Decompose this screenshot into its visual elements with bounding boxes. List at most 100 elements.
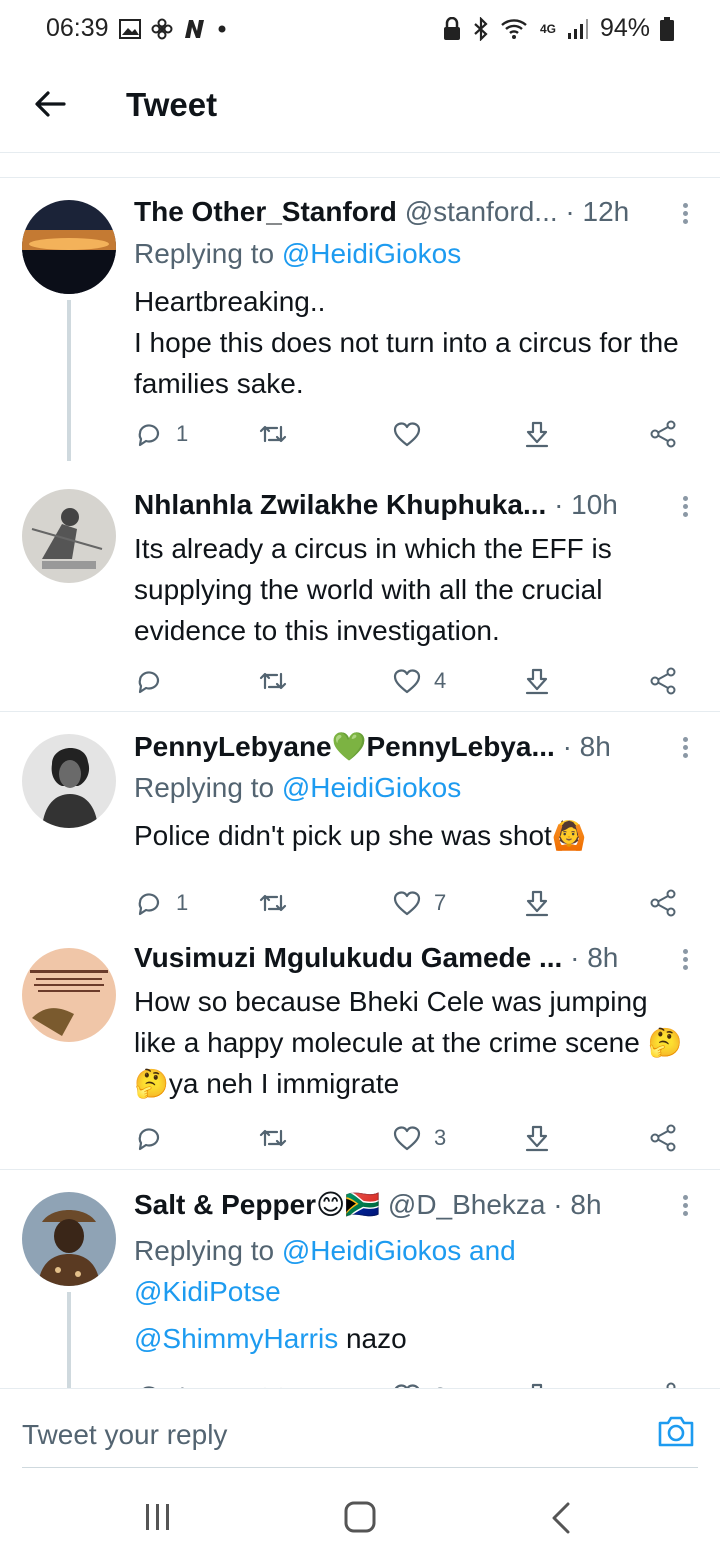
tweet-list[interactable]: The Other_Stanford @stanford... · 12h Re… [0,153,720,1388]
timestamp: · 10h [554,489,618,520]
like-button[interactable] [392,414,434,454]
network-type: 4G [539,21,556,36]
replying-to: Replying to @HeidiGiokos [134,238,461,270]
avatar[interactable] [22,948,116,1042]
retweet-button[interactable] [258,883,300,923]
lock-icon [443,16,460,40]
save-button[interactable] [522,883,552,923]
avatar[interactable] [22,734,116,828]
share-icon [650,420,676,448]
timestamp: · 8h [562,731,611,762]
retweet-button[interactable] [258,1118,300,1158]
like-button[interactable]: 4 [392,661,446,701]
download-icon [531,1383,543,1388]
like-button[interactable]: 3 [392,1118,446,1158]
download-icon [525,1125,549,1152]
retweet-button[interactable] [258,661,300,701]
avatar[interactable] [22,200,116,294]
more-options-icon[interactable] [680,946,690,976]
back-nav-icon[interactable] [542,1500,582,1536]
tweet-item[interactable]: Vusimuzi Mgulukudu Gamede ... · 8h How s… [0,924,720,1169]
reply-count: 1 [176,890,189,915]
retweet-button[interactable] [258,1376,288,1388]
signal-icon [567,18,588,39]
handle[interactable]: @D_Bhekza [388,1189,546,1220]
retweet-icon [259,894,287,912]
action-bar: 4 [134,661,686,701]
tweet-item[interactable]: The Other_Stanford @stanford... · 12h Re… [0,178,720,461]
reply-button[interactable]: 1 [134,883,188,923]
save-button[interactable] [522,1376,552,1388]
tweet-item[interactable]: Nhlanhla Zwilakhe Khuphuka... · 10h Its … [0,461,720,711]
retweet-button[interactable] [258,414,300,454]
tweet-header: Salt & Pepper😊🇿🇦 @D_Bhekza · 8h [134,1188,674,1228]
save-button[interactable] [522,661,552,701]
display-name[interactable]: Vusimuzi Mgulukudu Gamede ... [134,942,562,973]
share-button[interactable] [648,414,678,454]
share-button[interactable] [648,1376,678,1388]
display-name[interactable]: Nhlanhla Zwilakhe Khuphuka... [134,489,546,520]
retweet-icon [259,1129,287,1147]
more-options-icon[interactable] [680,200,690,230]
more-options-icon[interactable] [680,1192,690,1222]
retweet-icon [264,1387,282,1388]
reply-icon [138,424,160,447]
tweet-text-rest: nazo [338,1323,407,1354]
gallery-icon [118,18,141,39]
home-icon[interactable] [340,1500,380,1536]
recent-apps-icon[interactable] [138,1500,178,1536]
reply-button[interactable]: 1 [134,1376,188,1388]
like-button[interactable]: 7 [392,883,446,923]
reply-icon [138,1128,160,1151]
tweet-item[interactable]: PennyLebyane💚PennyLebya... · 8h Replying… [0,712,720,924]
reply-button[interactable] [134,661,176,701]
thread-line [67,300,71,461]
avatar[interactable] [22,1192,116,1286]
handle[interactable]: @stanford... [405,196,558,227]
share-icon [650,667,676,695]
like-count: 7 [434,890,447,915]
wifi-icon [501,18,527,39]
display-name[interactable]: PennyLebyane💚PennyLebya... [134,731,555,762]
share-icon [666,1382,676,1388]
tweet-header: PennyLebyane💚PennyLebya... · 8h [134,730,674,770]
mention-link[interactable]: @HeidiGiokos [282,772,461,803]
action-bar: 1 7 [134,883,686,923]
reply-button[interactable] [134,1118,176,1158]
more-options-icon[interactable] [680,734,690,764]
action-bar: 1 [134,414,686,454]
reply-input[interactable] [22,1419,622,1451]
avatar[interactable] [22,489,116,583]
save-button[interactable] [522,1118,552,1158]
mention-link[interactable]: @HeidiGiokos and [282,1235,516,1266]
camera-icon[interactable] [656,1411,696,1451]
share-button[interactable] [648,661,678,701]
tweet-text: @ShimmyHarris nazo [134,1318,696,1359]
reply-button[interactable]: 1 [134,414,188,454]
mention-link[interactable]: @HeidiGiokos [282,238,461,269]
tweet-text: Police didn't pick up she was shot🙆 [134,820,587,851]
like-button[interactable]: 2 [392,1376,446,1388]
page-title: Tweet [126,86,218,123]
tweet-text: Heartbreaking.. I hope this does not tur… [134,286,679,399]
tweet-item[interactable]: Salt & Pepper😊🇿🇦 @D_Bhekza · 8h Replying… [0,1170,720,1388]
back-arrow-icon[interactable] [30,84,70,124]
mention-link[interactable]: @KidiPotse [134,1276,281,1307]
replying-to: Replying to @HeidiGiokos [134,772,461,804]
mention-link[interactable]: @ShimmyHarris [134,1323,338,1354]
tweet-header: Nhlanhla Zwilakhe Khuphuka... · 10h [134,489,674,529]
reply-underline [22,1467,698,1468]
replying-prefix: Replying to [134,1235,282,1266]
save-button[interactable] [522,414,552,454]
share-icon [650,889,676,917]
more-options-icon[interactable] [680,493,690,523]
share-button[interactable] [648,1118,678,1158]
display-name[interactable]: The Other_Stanford [134,196,397,227]
like-count: 4 [434,668,447,693]
display-name[interactable]: Salt & Pepper😊🇿🇦 [134,1189,380,1220]
tweet-header: The Other_Stanford @stanford... · 12h [134,196,674,236]
heart-icon [393,891,421,916]
download-icon [525,421,549,448]
share-button[interactable] [648,883,678,923]
replying-prefix: Replying to [134,772,282,803]
